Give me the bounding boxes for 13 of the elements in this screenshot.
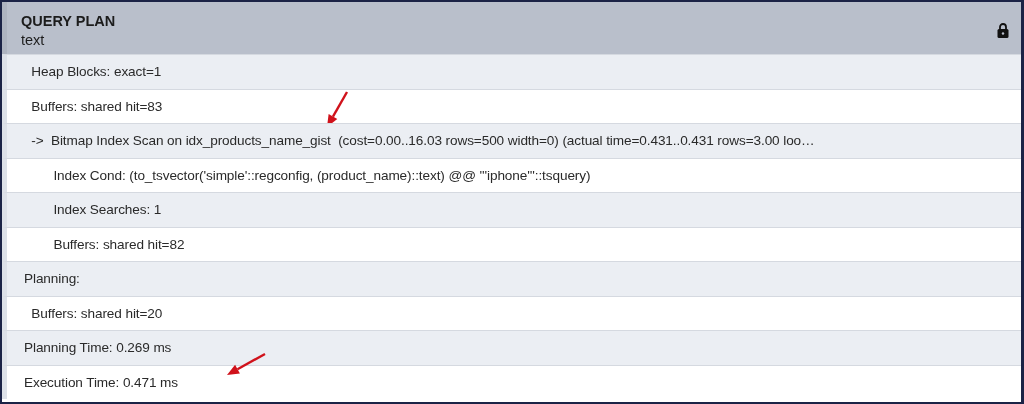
- table-cell-text: Heap Blocks: exact=1: [30, 64, 162, 80]
- table-cell-text: Buffers: shared hit=82: [52, 236, 185, 252]
- column-name: QUERY PLAN: [21, 13, 116, 29]
- column-type: text: [21, 32, 46, 48]
- column-header[interactable]: QUERY PLAN text: [2, 2, 1021, 54]
- table-cell-text: Index Searches: 1: [52, 202, 162, 218]
- table-cell: Execution Time: 0.471 ms: [24, 374, 178, 390]
- table-cell-text: Index Cond: (to_tsvector('simple'::regconfig, (product_name)::text) @@ '''iphone'''::tsquery): [52, 167, 591, 183]
- table-cell-text: Buffers: shared hit=83: [30, 98, 163, 114]
- table-cell: Planning Time: 0.269 ms: [24, 340, 172, 356]
- table-cell-text: Buffers: shared hit=20: [30, 305, 163, 321]
- table-cell-text: -> Bitmap Index Scan on idx_products_name_gist (cost=0.00..16.03 rows=500 width=0) (actual time=0.431..0.431 rows=3.00 loo…: [30, 133, 815, 149]
- table-cell: Planning:: [24, 271, 80, 287]
